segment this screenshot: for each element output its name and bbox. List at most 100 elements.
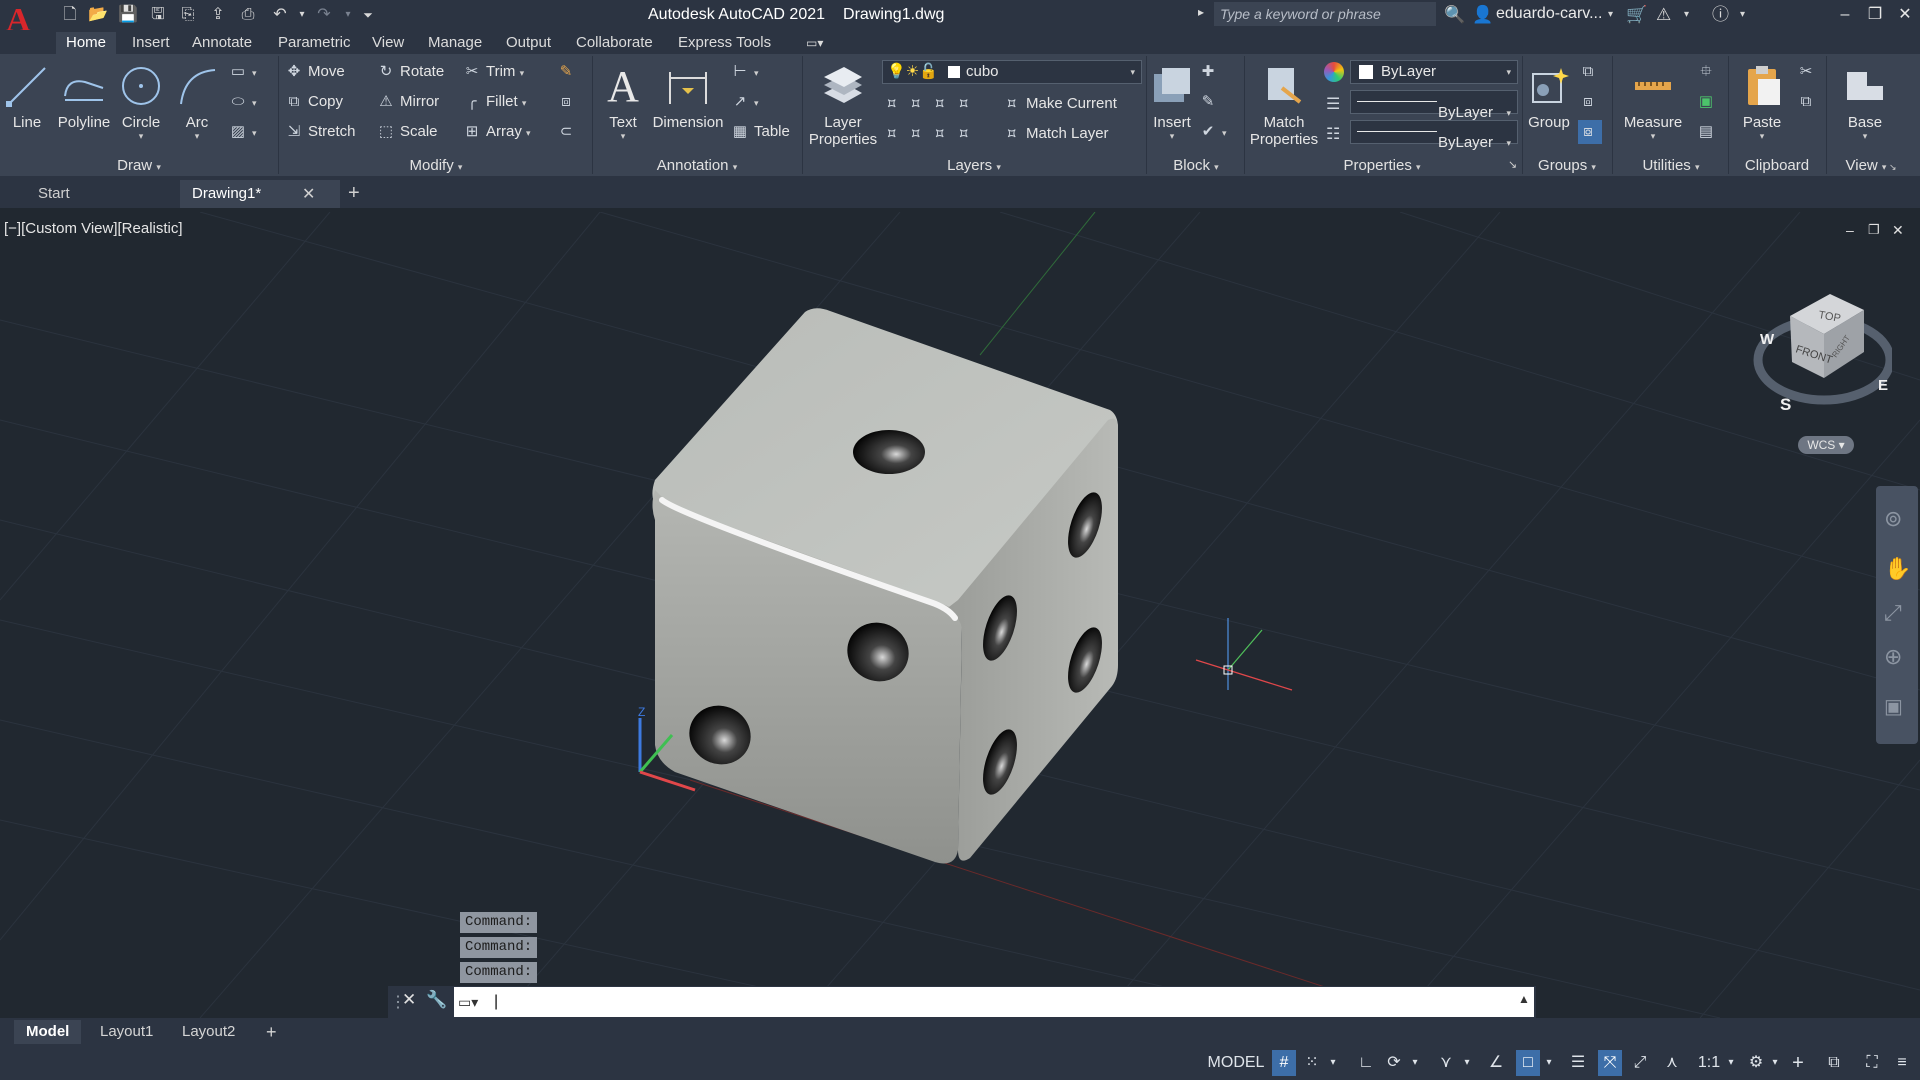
user-name[interactable]: eduardo-carv...: [1496, 5, 1602, 23]
layer-tools-row-2[interactable]: ⯏ ⯏ ⯏ ⯏: [882, 122, 978, 146]
copy-button[interactable]: ⧉ Copy: [284, 90, 343, 114]
viewport-close-icon[interactable]: ✕: [1892, 222, 1904, 239]
annotation-scale[interactable]: 1:1: [1692, 1050, 1726, 1076]
explode-button[interactable]: ⧈: [556, 90, 580, 114]
text-dropdown-icon[interactable]: ▾: [598, 131, 648, 142]
select-all-button[interactable]: ▣: [1696, 90, 1720, 114]
redo-icon[interactable]: ↷: [312, 4, 336, 26]
cart-icon[interactable]: 🛒: [1626, 4, 1647, 26]
tab-view[interactable]: View: [362, 32, 414, 54]
offset-button[interactable]: ⊂: [556, 120, 580, 144]
insert-dropdown-icon[interactable]: ▾: [1150, 131, 1194, 142]
layer-tools-row-1[interactable]: ⯏ ⯏ ⯏ ⯏: [882, 92, 978, 116]
save-to-web-icon[interactable]: ⇪: [206, 4, 230, 26]
color-select[interactable]: ByLayer ▾: [1350, 60, 1518, 84]
save-as-icon[interactable]: 🖫: [146, 4, 170, 26]
tab-output[interactable]: Output: [496, 32, 561, 54]
lineweight-select[interactable]: ByLayer ▾: [1350, 90, 1518, 121]
text-button[interactable]: A Text ▾: [598, 58, 648, 142]
draw-panel-title[interactable]: Draw ▾: [0, 156, 278, 176]
match-layer-button[interactable]: ⯏ Match Layer: [1002, 122, 1108, 146]
zoom-extents-icon[interactable]: ⤢: [1884, 600, 1902, 626]
customize-command-icon[interactable]: 🔧: [426, 990, 447, 1010]
insert-button[interactable]: Insert ▾: [1150, 58, 1194, 142]
erase-button[interactable]: ✎: [556, 60, 580, 84]
isodraft-dropdown-icon[interactable]: ▾: [1460, 1050, 1474, 1076]
base-view-button[interactable]: Base ▾: [1834, 58, 1896, 142]
lineweight-toggle-icon[interactable]: ☰: [1566, 1050, 1590, 1076]
viewport-restore-icon[interactable]: ❐: [1868, 222, 1880, 238]
tab-parametric[interactable]: Parametric: [268, 32, 361, 54]
group-selection-button[interactable]: ⧇: [1578, 120, 1602, 144]
annotation-monitor-icon[interactable]: +: [1786, 1050, 1810, 1076]
open-from-web-icon[interactable]: ⎘: [176, 4, 200, 26]
rectangle-button[interactable]: ▭ ▾: [228, 60, 257, 84]
dimension-button[interactable]: Dimension: [650, 58, 726, 131]
object-snap-icon[interactable]: □: [1516, 1050, 1540, 1076]
layer-select[interactable]: 💡☀🔓 cubo ▾: [882, 60, 1142, 84]
object-snap-dropdown-icon[interactable]: ▾: [1542, 1050, 1556, 1076]
command-input[interactable]: |: [454, 987, 1534, 1017]
snap-icon[interactable]: ⁙: [1300, 1050, 1324, 1076]
workspace-gear-icon[interactable]: ⚙: [1744, 1050, 1768, 1076]
plot-icon[interactable]: ⎙: [236, 4, 260, 26]
ortho-icon[interactable]: ∟: [1354, 1050, 1378, 1076]
grid-icon[interactable]: #: [1272, 1050, 1296, 1076]
dice-model[interactable]: [652, 308, 1118, 864]
steering-wheel-icon[interactable]: ⊚: [1884, 506, 1902, 532]
isolate-objects-icon[interactable]: ⧉: [1822, 1050, 1846, 1076]
selection-cycling-icon[interactable]: ⤧: [1598, 1050, 1622, 1076]
viewport-controls[interactable]: [−][Custom View][Realistic]: [4, 220, 183, 237]
search-input[interactable]: Type a keyword or phrase: [1214, 2, 1436, 26]
ungroup-button[interactable]: ⧉: [1578, 60, 1602, 84]
layers-panel-title[interactable]: Layers ▾: [804, 156, 1144, 176]
wcs-menu[interactable]: WCS ▾: [1798, 436, 1854, 454]
modify-panel-title[interactable]: Modify ▾: [280, 156, 592, 176]
ellipse-button[interactable]: ⬭ ▾: [228, 90, 257, 114]
tab-annotate[interactable]: Annotate: [182, 32, 262, 54]
mirror-button[interactable]: ⚠ Mirror: [376, 90, 439, 114]
circle-button[interactable]: Circle ▾: [116, 58, 166, 142]
snap-dropdown-icon[interactable]: ▾: [1326, 1050, 1340, 1076]
annotation-scale-dropdown-icon[interactable]: ▾: [1724, 1050, 1738, 1076]
view-panel-title[interactable]: View ▾ ↘: [1830, 156, 1912, 176]
annotation-visibility-icon[interactable]: ⤢: [1628, 1050, 1652, 1076]
clean-screen-icon[interactable]: ⛶: [1860, 1050, 1884, 1076]
recent-commands-icon[interactable]: ▭▾: [458, 994, 478, 1011]
calculator-button[interactable]: ▤: [1696, 120, 1720, 144]
move-button[interactable]: ✥ Move: [284, 60, 345, 84]
showmotion-icon[interactable]: ▣: [1884, 694, 1903, 719]
close-tab-icon[interactable]: ✕: [302, 184, 315, 204]
help-dropdown-icon[interactable]: ▾: [1740, 4, 1745, 26]
app-dropdown-icon[interactable]: ▾: [1684, 4, 1689, 26]
hatch-button[interactable]: ▨ ▾: [228, 120, 257, 144]
group-button[interactable]: Group: [1524, 58, 1574, 131]
utilities-panel-title[interactable]: Utilities ▾: [1614, 156, 1728, 176]
measure-button[interactable]: Measure ▾: [1616, 58, 1690, 142]
properties-panel-title[interactable]: Properties ▾: [1246, 156, 1518, 176]
fillet-button[interactable]: ╭ Fillet ▾: [462, 90, 526, 114]
polar-dropdown-icon[interactable]: ▾: [1408, 1050, 1422, 1076]
file-tab-start[interactable]: Start: [26, 180, 188, 208]
drawing-viewport[interactable]: Z: [0, 212, 1920, 1018]
help-icon[interactable]: ⓘ: [1712, 4, 1729, 26]
rotate-button[interactable]: ↻ Rotate: [376, 60, 445, 84]
group-edit-button[interactable]: ⧈: [1578, 90, 1602, 114]
undo-icon[interactable]: ↶: [268, 4, 292, 26]
new-file-icon[interactable]: 🗋: [58, 4, 82, 26]
restore-icon[interactable]: ❐: [1860, 2, 1890, 28]
ribbon-options-icon[interactable]: ▭▾: [796, 32, 833, 54]
clipboard-panel-title[interactable]: Clipboard: [1730, 156, 1824, 176]
tab-home[interactable]: Home: [56, 32, 117, 54]
table-button[interactable]: ▦ Table: [730, 120, 790, 144]
search-icon[interactable]: 🔍: [1444, 4, 1465, 26]
paste-dropdown-icon[interactable]: ▾: [1734, 131, 1790, 142]
isodraft-icon[interactable]: ⋎: [1434, 1050, 1458, 1076]
line-button[interactable]: Line: [4, 58, 50, 131]
block-panel-title[interactable]: Block ▾: [1148, 156, 1244, 176]
tab-collaborate[interactable]: Collaborate: [566, 32, 663, 54]
search-expand-icon[interactable]: ▸: [1198, 5, 1204, 19]
cut-button[interactable]: ✂: [1796, 60, 1820, 84]
tab-insert[interactable]: Insert: [122, 32, 180, 54]
auto-scale-icon[interactable]: ⋏: [1660, 1050, 1684, 1076]
